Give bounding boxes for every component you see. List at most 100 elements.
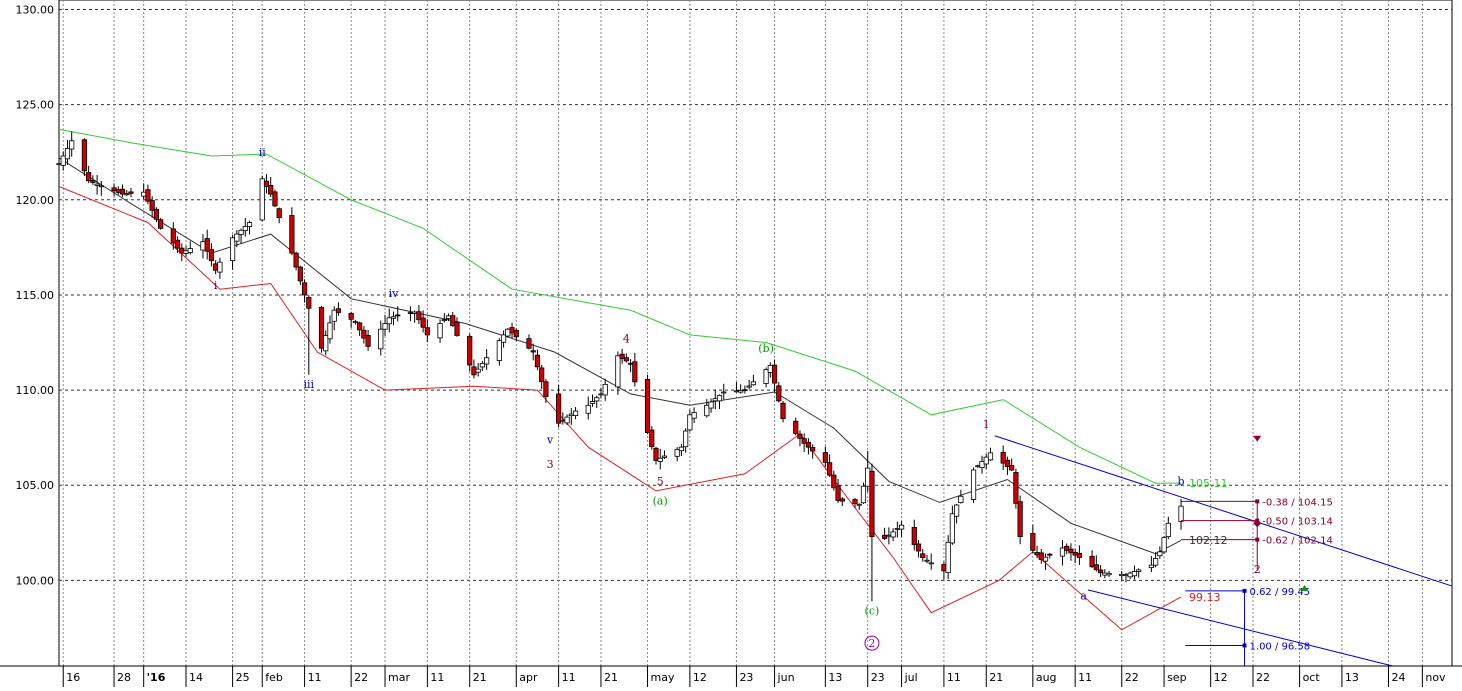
candle-up bbox=[657, 457, 663, 462]
candle-up bbox=[1131, 571, 1138, 577]
candle-down bbox=[1047, 553, 1053, 556]
y-tick-label: 110.00 bbox=[16, 384, 55, 397]
candle-down bbox=[115, 189, 121, 193]
candle-down bbox=[509, 327, 515, 334]
candle-up bbox=[945, 541, 951, 573]
x-tick-label: 28 bbox=[117, 671, 131, 684]
candle-up bbox=[683, 430, 689, 448]
x-tick-label: may bbox=[651, 671, 675, 684]
x-tick-label: 11 bbox=[562, 671, 576, 684]
candle-down bbox=[810, 447, 816, 452]
candle-up bbox=[437, 323, 443, 339]
x-tick-label: 24 bbox=[1391, 671, 1405, 684]
candle-down bbox=[797, 433, 803, 439]
y-tick-label: 100.00 bbox=[16, 574, 55, 587]
candle-up bbox=[183, 250, 189, 254]
candle-up bbox=[378, 328, 384, 350]
candle-up bbox=[1136, 569, 1142, 572]
candle-down bbox=[1004, 459, 1011, 467]
candle-up bbox=[1059, 547, 1066, 557]
grid-layer bbox=[58, 0, 1453, 667]
candle-down bbox=[826, 462, 833, 476]
fib-level-label: -0.50 / 103.14 bbox=[1262, 517, 1333, 528]
x-tick-label: 22 bbox=[1125, 671, 1139, 684]
candle-down bbox=[941, 564, 947, 572]
candle-down bbox=[90, 179, 96, 183]
wave-label: (a) bbox=[653, 494, 668, 507]
candle-up bbox=[890, 531, 896, 538]
x-tick-label: 13 bbox=[1345, 671, 1359, 684]
candle-down bbox=[1009, 465, 1015, 471]
candle-down bbox=[513, 329, 519, 338]
candle-down bbox=[801, 438, 807, 444]
candle-down bbox=[263, 180, 270, 187]
candle-up bbox=[352, 321, 358, 323]
candle-up bbox=[738, 390, 744, 393]
candle-down bbox=[471, 366, 477, 376]
candle-down bbox=[293, 252, 299, 268]
candle-down bbox=[632, 361, 638, 383]
candle-down bbox=[204, 238, 210, 252]
candle-down bbox=[145, 189, 151, 202]
candle-up bbox=[141, 191, 147, 197]
y-tick-label: 125.00 bbox=[16, 99, 55, 112]
candle-up bbox=[708, 401, 714, 409]
candle-up bbox=[1102, 572, 1108, 576]
candle-down bbox=[1013, 472, 1019, 504]
fib-level-label: 0.62 / 99.45 bbox=[1250, 587, 1311, 598]
fib-level-label: 1.00 / 96.58 bbox=[1250, 641, 1311, 652]
fib-level-marker bbox=[1255, 499, 1260, 504]
candle-up bbox=[475, 368, 481, 373]
candle-down bbox=[81, 139, 88, 172]
candle-down bbox=[839, 498, 845, 502]
candle-down bbox=[289, 215, 295, 254]
candle-up bbox=[721, 391, 727, 394]
x-tick-label: jul bbox=[904, 671, 918, 684]
candle-down bbox=[306, 296, 312, 309]
candle-up bbox=[500, 334, 507, 343]
y-tick-label: 105.00 bbox=[16, 479, 55, 492]
fib-level-label: -0.38 / 104.15 bbox=[1262, 497, 1333, 508]
candle-up bbox=[958, 495, 964, 503]
candle-up bbox=[1178, 505, 1184, 522]
candle-up bbox=[56, 163, 62, 166]
indicator-value-label: 99.13 bbox=[1189, 591, 1221, 604]
y-tick-label: 120.00 bbox=[16, 194, 55, 207]
candle-up bbox=[382, 323, 388, 330]
candle-down bbox=[869, 470, 875, 538]
candle-down bbox=[1072, 551, 1078, 556]
candle-up bbox=[560, 419, 566, 422]
candle-down bbox=[357, 322, 363, 331]
candle-up bbox=[200, 241, 206, 251]
candle-up bbox=[615, 355, 621, 388]
x-tick-label: oct bbox=[1303, 671, 1321, 684]
candle-down bbox=[805, 441, 812, 448]
candle-up bbox=[763, 369, 769, 384]
x-tick-label: apr bbox=[519, 671, 538, 684]
x-tick-label: 21 bbox=[604, 671, 618, 684]
candle-up bbox=[979, 461, 985, 468]
x-tick-label: 13 bbox=[828, 671, 842, 684]
price-chart: -0.38 / 104.15 -0.50 / 103.14 -0.62 / 102.… bbox=[0, 0, 1462, 687]
candle-up bbox=[331, 309, 337, 322]
candle-up bbox=[746, 385, 752, 388]
fib-level-marker bbox=[1242, 643, 1247, 648]
candle-up bbox=[687, 414, 693, 431]
candle-down bbox=[1017, 501, 1023, 538]
candle-up bbox=[865, 467, 871, 487]
candle-down bbox=[1068, 548, 1074, 554]
candle-down bbox=[213, 263, 219, 271]
candle-down bbox=[1000, 452, 1006, 464]
candle-up bbox=[1106, 572, 1112, 576]
candle-up bbox=[987, 452, 994, 461]
candle-up bbox=[564, 416, 570, 424]
wave-label: ii bbox=[259, 146, 267, 159]
x-tick-label: 11 bbox=[430, 671, 444, 684]
candle-down bbox=[268, 185, 274, 195]
wave-label: v bbox=[546, 433, 554, 446]
candle-up bbox=[924, 559, 930, 562]
candle-down bbox=[911, 526, 917, 545]
candle-up bbox=[60, 155, 66, 166]
candle-up bbox=[242, 226, 248, 231]
wave-label: 2 bbox=[868, 637, 875, 650]
